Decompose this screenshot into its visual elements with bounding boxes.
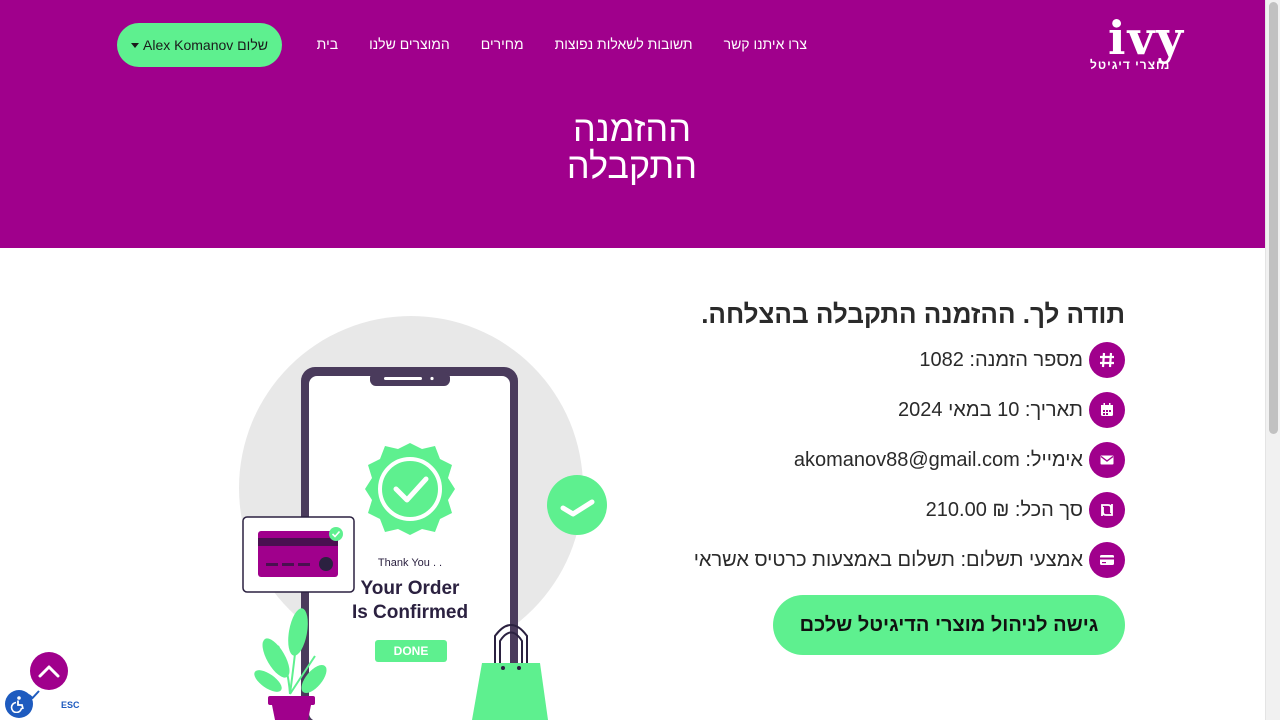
order-confirmed-line1: Your Order (361, 578, 460, 599)
order-number: מספר הזמנה: 1082 (919, 348, 1083, 371)
scroll-to-top-button[interactable] (30, 652, 68, 690)
order-confirmed-line2: Is Confirmed (352, 602, 468, 623)
order-payment-row: אמצעי תשלום: תשלום באמצעות כרטיס אשראי (694, 542, 1125, 578)
esc-label: ESC (61, 700, 80, 710)
order-date-row: תאריך: 10 במאי 2024 (898, 392, 1125, 428)
credit-card-icon (1089, 542, 1125, 578)
check-icon (28, 690, 40, 700)
page-title-line2: התקבלה (566, 145, 698, 186)
order-date: תאריך: 10 במאי 2024 (898, 398, 1083, 421)
site-logo[interactable]: ivy מוצרי דיגיטל (1088, 11, 1190, 74)
user-menu-button[interactable]: שלום Alex Komanov (117, 23, 282, 67)
wheelchair-icon (10, 696, 24, 713)
order-total-row: סך הכל: ₪ 210.00 (926, 492, 1125, 528)
logo-dot (1114, 20, 1121, 27)
order-payment: אמצעי תשלום: תשלום באמצעות כרטיס אשראי (693, 548, 1083, 571)
nav-item-products[interactable]: המוצרים שלנו (369, 36, 450, 53)
order-thanks-heading: תודה לך. ההזמנה התקבלה בהצלחה. (701, 299, 1125, 329)
envelope-icon (1089, 442, 1125, 478)
nav-item-home[interactable]: בית (317, 36, 338, 53)
order-email-row: אימייל: akomanov88@gmail.com (794, 442, 1125, 478)
scrollbar-thumb[interactable] (1269, 2, 1278, 434)
order-email: אימייל: akomanov88@gmail.com (793, 448, 1083, 471)
calendar-icon (1089, 392, 1125, 428)
hash-icon (1089, 342, 1125, 378)
shekel-icon (1089, 492, 1125, 528)
logo-tagline: מוצרי דיגיטל (1090, 58, 1171, 72)
nav-item-pricing[interactable]: מחירים (481, 36, 524, 53)
manage-products-button[interactable]: גישה לניהול מוצרי הדיגיטל שלכם (773, 595, 1125, 655)
order-confirmed-illustration: Thank You . . Your Order Is Confirmed DO… (230, 296, 630, 720)
chevron-up-icon (38, 665, 60, 678)
done-label: DONE (394, 644, 429, 658)
caret-down-icon (131, 42, 140, 48)
order-summary: תודה לך. ההזמנה התקבלה בהצלחה. מספר הזמנ… (685, 296, 1125, 655)
thank-you-text: Thank You . . (378, 557, 442, 569)
order-total: סך הכל: ₪ 210.00 (925, 498, 1083, 521)
nav-item-faq[interactable]: תשובות לשאלות נפוצות (555, 36, 693, 53)
order-number-row: מספר הזמנה: 1082 (919, 342, 1125, 378)
page-title-line1: ההזמנה (572, 108, 692, 149)
main-nav: בית המוצרים שלנו מחירים תשובות לשאלות נפ… (317, 36, 807, 53)
page-scrollbar[interactable] (1265, 0, 1280, 720)
page-title: ההזמנה התקבלה (432, 110, 832, 184)
user-menu-label: שלום Alex Komanov (143, 37, 268, 53)
nav-item-contact[interactable]: צרו איתנו קשר (724, 36, 807, 53)
